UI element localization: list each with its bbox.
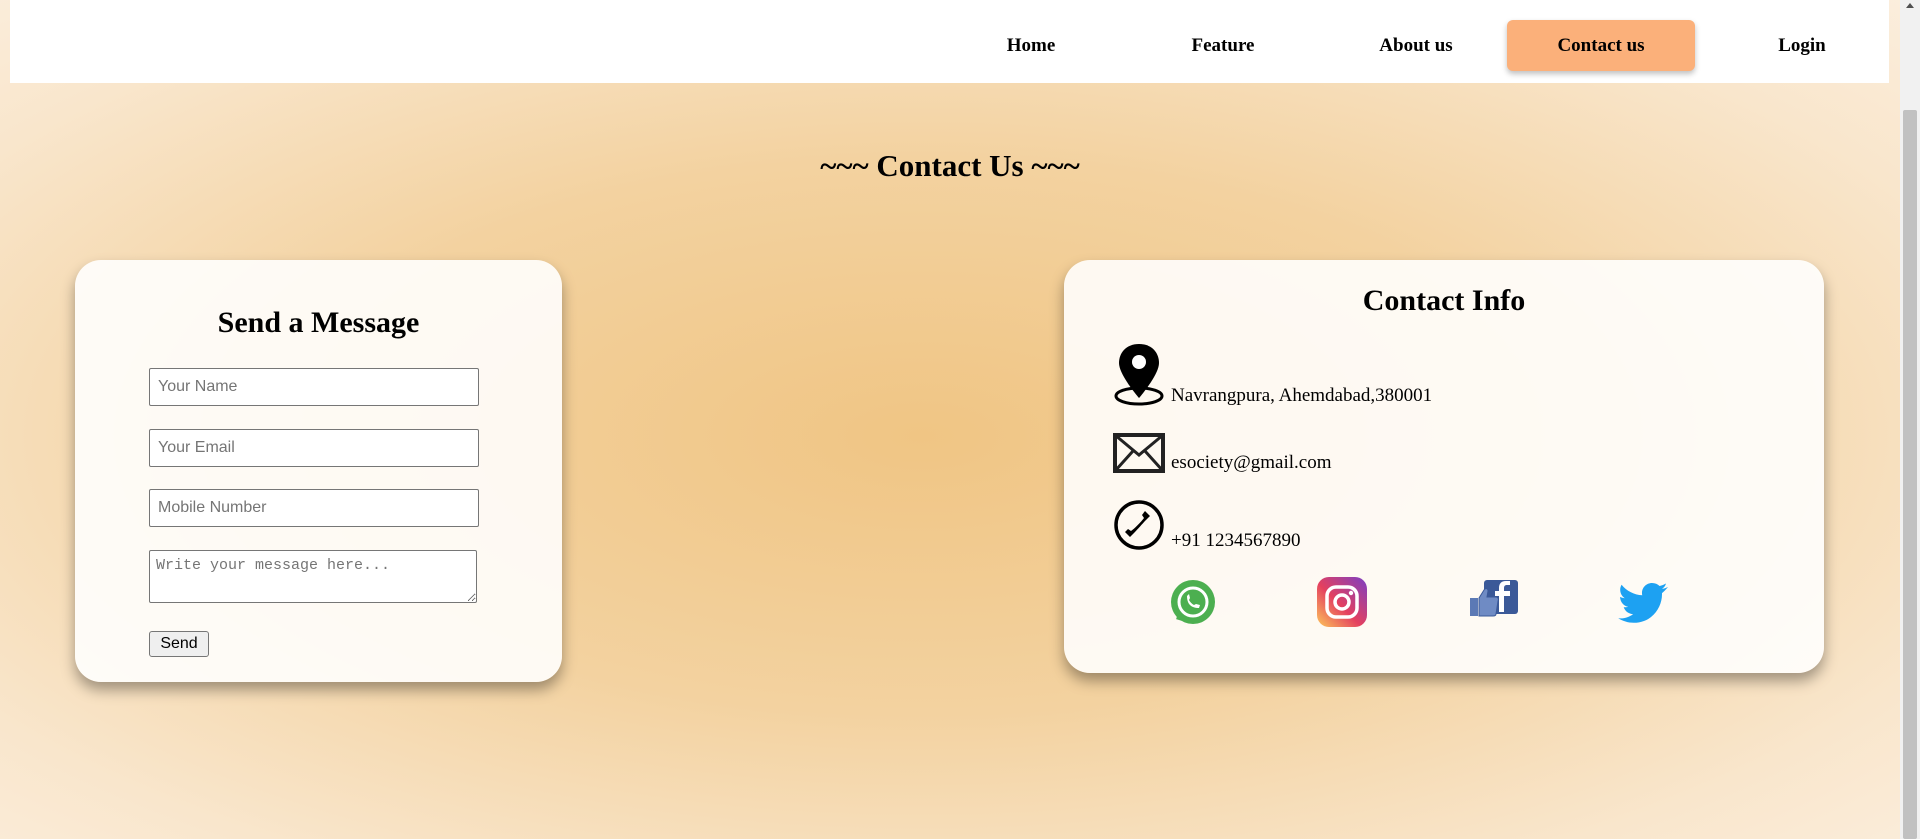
nav-home[interactable]: Home <box>937 20 1125 71</box>
phone-icon <box>1113 499 1165 551</box>
navbar: Home Feature About us Contact us Login <box>10 0 1889 83</box>
whatsapp-icon[interactable] <box>1167 576 1219 628</box>
send-message-title: Send a Message <box>217 306 420 339</box>
facebook-icon[interactable] <box>1468 576 1520 628</box>
email-input[interactable] <box>149 429 479 467</box>
location-pin-icon <box>1113 342 1165 406</box>
nav-about-us[interactable]: About us <box>1322 20 1510 71</box>
twitter-icon[interactable] <box>1618 576 1670 628</box>
address-text: Navrangpura, Ahemdabad,380001 <box>1171 385 1433 406</box>
envelope-icon <box>1113 433 1165 473</box>
contact-info-title: Contact Info <box>1362 284 1526 317</box>
phone-row: +91 1234567890 <box>1113 499 1300 551</box>
instagram-icon[interactable] <box>1316 576 1368 628</box>
send-button[interactable]: Send <box>149 631 209 657</box>
page-title: ~~~ Contact Us ~~~ <box>820 148 1080 183</box>
email-row: esociety@gmail.com <box>1113 433 1331 473</box>
email-text: esociety@gmail.com <box>1171 452 1332 473</box>
address-row: Navrangpura, Ahemdabad,380001 <box>1113 342 1432 406</box>
name-input[interactable] <box>149 368 479 406</box>
message-textarea[interactable] <box>149 550 477 603</box>
vertical-scrollbar[interactable] <box>1900 0 1920 839</box>
phone-text: +91 1234567890 <box>1171 530 1301 551</box>
scroll-up-arrow-icon[interactable] <box>1906 3 1914 8</box>
mobile-input[interactable] <box>149 489 479 527</box>
nav-contact-us[interactable]: Contact us <box>1507 20 1695 71</box>
nav-feature[interactable]: Feature <box>1129 20 1317 71</box>
contact-info-card: Contact Info Navrangpura, Ahemdabad,3800… <box>1064 260 1824 673</box>
scrollbar-thumb[interactable] <box>1903 110 1917 839</box>
send-message-card: Send a Message Send <box>75 260 562 682</box>
nav-login[interactable]: Login <box>1708 20 1896 71</box>
